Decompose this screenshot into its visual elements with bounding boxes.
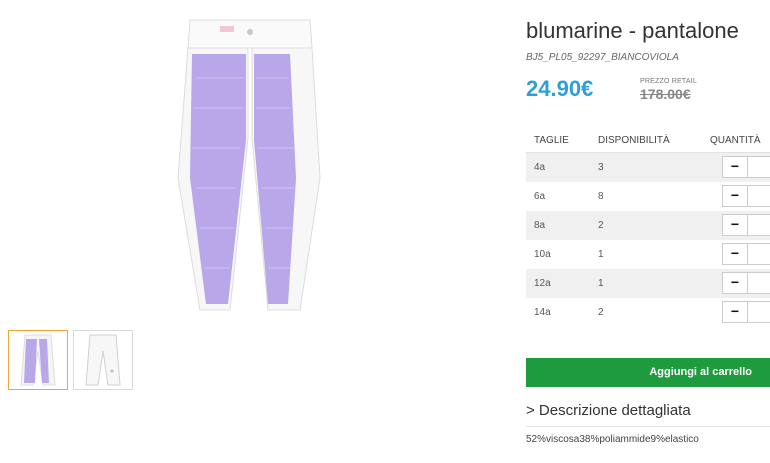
table-row: 10a 1 −	[526, 240, 770, 269]
row-size: 10a	[534, 249, 551, 260]
composition-text: 52%viscosa38%poliammide9%elastico	[526, 434, 699, 445]
header-size: TAGLIE	[534, 135, 569, 146]
quantity-input[interactable]	[748, 272, 770, 294]
quantity-input[interactable]	[748, 301, 770, 323]
table-row: 6a 8 −	[526, 182, 770, 211]
quantity-input[interactable]	[748, 156, 770, 178]
thumbnail-1[interactable]	[8, 330, 68, 390]
row-availability: 1	[598, 249, 604, 260]
row-size: 4a	[534, 162, 546, 173]
product-title: blumarine - pantalone	[526, 18, 739, 43]
decrement-button[interactable]: −	[722, 214, 748, 236]
retail-price-label: PREZZO RETAIL	[640, 78, 697, 85]
decrement-button[interactable]: −	[722, 272, 748, 294]
quantity-input[interactable]	[748, 185, 770, 207]
table-row: 14a 2 −	[526, 298, 770, 327]
size-table: TAGLIE DISPONIBILITÀ QUANTITÀ 4a 3 − 6a …	[526, 128, 770, 327]
decrement-button[interactable]: −	[722, 243, 748, 265]
decrement-button[interactable]: −	[722, 185, 748, 207]
quantity-stepper: −	[722, 185, 770, 207]
thumbnail-1-image	[20, 334, 56, 386]
row-availability: 8	[598, 191, 604, 202]
quantity-stepper: −	[722, 272, 770, 294]
decrement-button[interactable]: −	[722, 301, 748, 323]
quantity-stepper: −	[722, 214, 770, 236]
table-row: 12a 1 −	[526, 269, 770, 298]
decrement-button[interactable]: −	[722, 156, 748, 178]
divider	[526, 426, 770, 427]
quantity-stepper: −	[722, 243, 770, 265]
row-size: 14a	[534, 307, 551, 318]
row-availability: 2	[598, 220, 604, 231]
row-size: 12a	[534, 278, 551, 289]
row-availability: 1	[598, 278, 604, 289]
thumbnail-2-image	[85, 334, 121, 386]
add-to-cart-button[interactable]: Aggiungi al carrello	[526, 358, 770, 387]
table-row: 4a 3 −	[526, 153, 770, 182]
quantity-input[interactable]	[748, 214, 770, 236]
header-quantity: QUANTITÀ	[710, 135, 761, 146]
thumbnail-2[interactable]	[73, 330, 133, 390]
product-sku: BJ5_PL05_92297_BIANCOVIOLA	[526, 52, 679, 63]
header-availability: DISPONIBILITÀ	[598, 135, 670, 146]
row-availability: 2	[598, 307, 604, 318]
quantity-stepper: −	[722, 156, 770, 178]
description-toggle[interactable]: > Descrizione dettagliata	[526, 402, 691, 419]
retail-price: 178.00€	[640, 86, 691, 102]
product-price: 24.90€	[526, 76, 594, 101]
product-main-image[interactable]	[160, 18, 340, 313]
quantity-stepper: −	[722, 301, 770, 323]
table-row: 8a 2 −	[526, 211, 770, 240]
table-header: TAGLIE DISPONIBILITÀ QUANTITÀ	[526, 128, 770, 153]
row-size: 8a	[534, 220, 546, 231]
row-availability: 3	[598, 162, 604, 173]
quantity-input[interactable]	[748, 243, 770, 265]
row-size: 6a	[534, 191, 546, 202]
